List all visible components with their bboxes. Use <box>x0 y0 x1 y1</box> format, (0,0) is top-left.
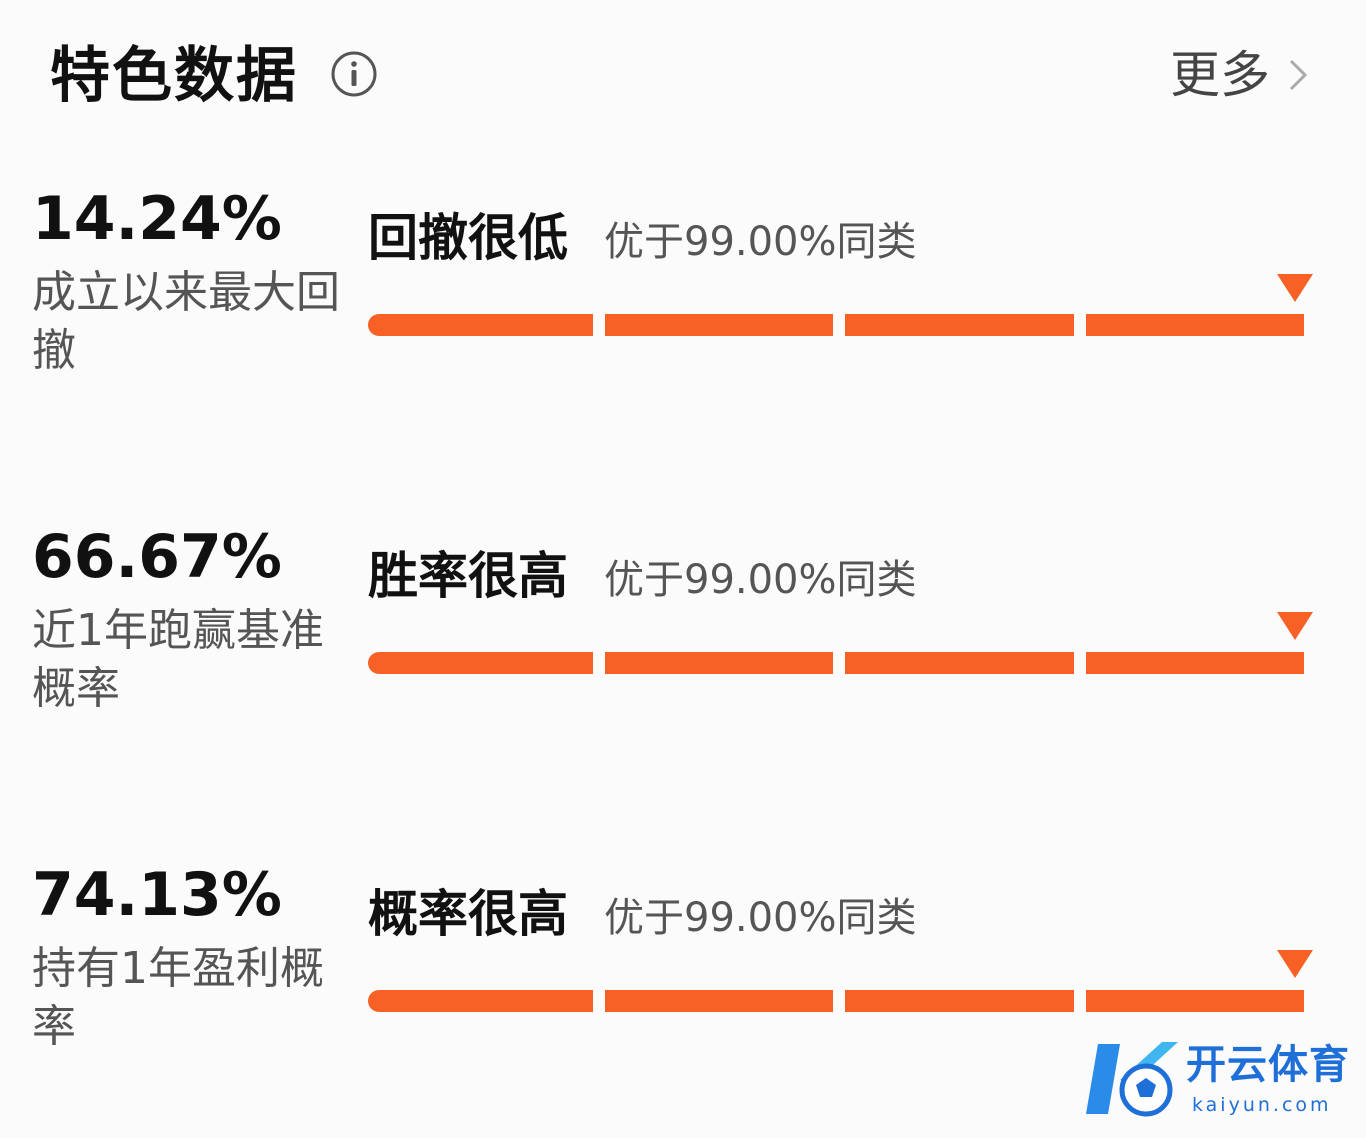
watermark-domain: kaiyun.com <box>1192 1094 1332 1116</box>
bar-segment <box>845 314 1074 336</box>
bar-segment <box>1086 314 1304 336</box>
metric-value: 14.24% <box>32 184 282 254</box>
watermark-brand: 开云体育 <box>1186 1042 1350 1088</box>
info-icon[interactable] <box>330 50 378 98</box>
bar-segment <box>605 990 833 1012</box>
bar-segment <box>845 652 1074 674</box>
rating-line: 概率很高 优于99.00%同类 <box>368 882 917 950</box>
rating-compare: 优于99.00%同类 <box>604 219 917 265</box>
rating-compare: 优于99.00%同类 <box>604 895 917 941</box>
metric-description: 近1年跑赢基准概率 <box>32 605 324 714</box>
metric-description: 成立以来最大回撤 <box>32 267 340 376</box>
rating-bar <box>368 652 1304 674</box>
bar-segment <box>605 652 833 674</box>
rating-bar <box>368 990 1304 1012</box>
page-title: 特色数据 <box>50 41 298 111</box>
rating-line: 回撤很低 优于99.00%同类 <box>368 206 917 274</box>
rating-label: 概率很高 <box>368 885 568 943</box>
rating-label: 回撤很低 <box>368 209 568 267</box>
metric-value: 66.67% <box>32 522 282 592</box>
watermark: 开云体育 kaiyun.com <box>1080 1034 1360 1124</box>
metric-value: 74.13% <box>32 860 282 930</box>
rating-compare: 优于99.00%同类 <box>604 557 917 603</box>
bar-segment <box>368 314 593 336</box>
chevron-right-icon <box>1289 59 1308 91</box>
more-link[interactable]: 更多 <box>1170 40 1308 110</box>
triangle-down-icon <box>1276 612 1313 640</box>
kaiyun-logo-icon <box>1086 1042 1178 1117</box>
bar-segment <box>845 990 1074 1012</box>
rating-line: 胜率很高 优于99.00%同类 <box>368 544 917 612</box>
metric-description: 持有1年盈利概率 <box>32 943 324 1052</box>
bar-segment <box>368 990 593 1012</box>
bar-segment <box>605 314 833 336</box>
metric-row-max-drawdown: 14.24% 成立以来最大回撤 回撤很低 优于99.00%同类 <box>0 184 1366 484</box>
bar-segment <box>368 652 593 674</box>
metric-row-win-rate: 66.67% 近1年跑赢基准概率 胜率很高 优于99.00%同类 <box>0 522 1366 822</box>
more-label: 更多 <box>1170 46 1270 104</box>
feature-data-card: 特色数据 更多 14.24% 成立以来最大回撤 回撤很低 优于99.00%同类 … <box>0 0 1366 1138</box>
rating-bar <box>368 314 1304 336</box>
bar-segment <box>1086 652 1304 674</box>
triangle-down-icon <box>1276 950 1313 978</box>
rating-label: 胜率很高 <box>368 547 568 605</box>
bar-segment <box>1086 990 1304 1012</box>
triangle-down-icon <box>1276 274 1313 302</box>
